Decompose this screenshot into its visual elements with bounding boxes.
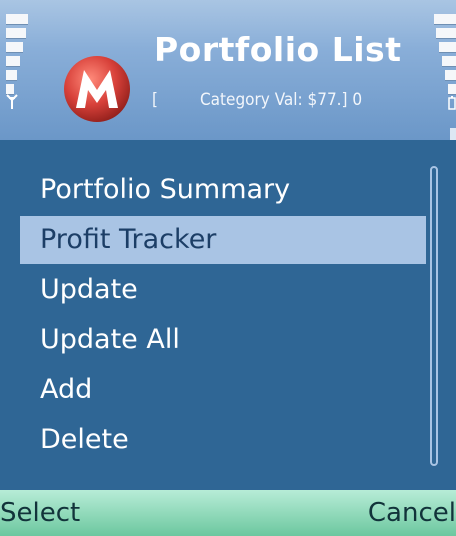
cancel-softkey[interactable]: Cancel <box>368 498 456 528</box>
category-value-subtitle: [ Category Val: $77.] 0 <box>150 90 450 114</box>
title-pane: Portfolio List [ Category Val: $77.] 0 <box>0 0 456 140</box>
app-logo-icon <box>64 56 130 122</box>
subtitle-bracket: [ <box>152 90 158 110</box>
battery-level-icon <box>434 14 456 95</box>
page-title: Portfolio List <box>154 30 402 69</box>
menu-item-portfolio-summary[interactable]: Portfolio Summary <box>20 166 426 214</box>
select-softkey[interactable]: Select <box>0 498 80 528</box>
signal-strength-icon <box>6 14 28 95</box>
menu-item-add[interactable]: Add <box>20 366 426 414</box>
menu-item-profit-tracker[interactable]: Profit Tracker <box>20 216 426 264</box>
phone-screen: Portfolio List [ Category Val: $77.] 0 P… <box>0 0 456 536</box>
category-value-text: Category Val: $77.] 0 <box>200 90 363 110</box>
menu-item-update-all[interactable]: Update All <box>20 316 426 364</box>
scrollbar[interactable] <box>430 166 438 466</box>
menu-item-delete[interactable]: Delete <box>20 416 426 464</box>
softkey-bar: Select Cancel <box>0 490 456 536</box>
antenna-icon <box>6 94 18 109</box>
menu-item-update[interactable]: Update <box>20 266 426 314</box>
